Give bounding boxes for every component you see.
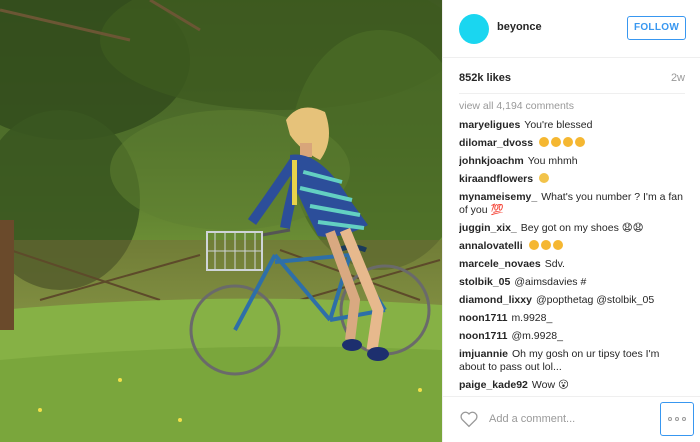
comment-text: Wow 😮 xyxy=(531,379,569,391)
post-age[interactable]: 2w xyxy=(671,72,685,84)
comment-text: @popthetag @stolbik_05 xyxy=(535,294,655,306)
follow-button[interactable]: FOLLOW xyxy=(627,16,686,40)
comment-username-link[interactable]: maryeligues xyxy=(459,119,520,131)
comment-username-link[interactable]: stolbik_05 xyxy=(459,276,510,288)
comment-text: @aimsdavies # xyxy=(514,276,587,288)
comment-username-link[interactable]: noon1711 xyxy=(459,330,507,342)
comment-username-link[interactable]: noon1711 xyxy=(459,312,507,324)
comment-username-link[interactable]: marcele_novaes xyxy=(459,258,541,270)
heart-eyes-emoji xyxy=(540,240,551,250)
heart-eyes-emoji xyxy=(563,137,574,147)
comment-username-link[interactable]: imjuannie xyxy=(459,348,508,360)
heart-eyes-emoji xyxy=(528,240,539,250)
comment-row: stolbik_05 @aimsdavies # xyxy=(459,276,688,289)
comment-container: maryeligues You're blessed dilomar_dvossjo… xyxy=(459,119,688,392)
likes-count[interactable]: 852k likes xyxy=(459,72,511,84)
comment-row: dilomar_dvoss xyxy=(459,137,688,150)
comment-row: mynameisemy_ What's you number ? I'm a fa… xyxy=(459,191,688,217)
dot-icon xyxy=(682,417,686,421)
comment-text: Sdv. xyxy=(544,258,565,270)
comments-list[interactable]: view all 4,194 comments maryeligues You'r… xyxy=(459,98,688,394)
view-all-comments-link[interactable]: view all 4,194 comments xyxy=(459,100,688,113)
heart-eyes-emoji xyxy=(539,137,550,147)
photo-illustration xyxy=(0,0,442,442)
username-link[interactable]: beyonce xyxy=(497,21,542,33)
add-comment-input[interactable] xyxy=(489,408,639,430)
comment-row: juggin_xix_ Bey got on my shoes 😧😧 xyxy=(459,222,688,235)
comment-username-link[interactable]: paige_kade92 xyxy=(459,379,528,391)
dot-icon xyxy=(668,417,672,421)
more-options-button[interactable] xyxy=(660,402,694,436)
post-photo[interactable] xyxy=(0,0,442,442)
post-header: beyonce FOLLOW xyxy=(443,0,700,58)
comment-row: johnkjoachm You mhmh xyxy=(459,155,688,168)
instagram-post: beyonce FOLLOW 852k likes 2w view all 4,… xyxy=(0,0,700,442)
comment-row: noon1711 @m.9928_ xyxy=(459,330,688,343)
tongue-emoji xyxy=(539,173,550,183)
comment-username-link[interactable]: kiraandflowers xyxy=(459,173,533,185)
comment-username-link[interactable]: dilomar_dvoss xyxy=(459,137,533,149)
comment-text: You're blessed xyxy=(524,119,593,131)
heart-eyes-emoji xyxy=(575,137,586,147)
comment-composer xyxy=(443,396,700,442)
comment-row: marcele_novaes Sdv. xyxy=(459,258,688,271)
comment-username-link[interactable]: diamond_lixxy xyxy=(459,294,532,306)
comment-username-link[interactable]: johnkjoachm xyxy=(459,155,524,167)
comment-text: @m.9928_ xyxy=(511,330,563,342)
divider xyxy=(459,93,685,94)
avatar[interactable] xyxy=(459,14,489,44)
comment-username-link[interactable]: juggin_xix_ xyxy=(459,222,517,234)
comment-row: maryeligues You're blessed xyxy=(459,119,688,132)
comment-text: Bey got on my shoes 😧😧 xyxy=(520,222,644,234)
dot-icon xyxy=(675,417,679,421)
comment-row: annalovatelli xyxy=(459,240,688,253)
comment-row: paige_kade92 Wow 😮 xyxy=(459,379,688,392)
comment-text: m.9928_ xyxy=(511,312,553,324)
comment-row: imjuannie Oh my gosh on ur tipsy toes I'm… xyxy=(459,348,688,374)
comment-row: diamond_lixxy @popthetag @stolbik_05 xyxy=(459,294,688,307)
post-sidebar: beyonce FOLLOW 852k likes 2w view all 4,… xyxy=(442,0,700,442)
comment-username-link[interactable]: mynameisemy_ xyxy=(459,191,537,203)
comment-row: kiraandflowers xyxy=(459,173,688,186)
comment-row: noon1711 m.9928_ xyxy=(459,312,688,325)
comment-text: You mhmh xyxy=(527,155,578,167)
comment-username-link[interactable]: annalovatelli xyxy=(459,240,523,252)
heart-eyes-emoji xyxy=(552,240,563,250)
heart-outline-icon[interactable] xyxy=(459,410,479,428)
post-stats: 852k likes 2w xyxy=(459,58,685,90)
heart-eyes-emoji xyxy=(551,137,562,147)
